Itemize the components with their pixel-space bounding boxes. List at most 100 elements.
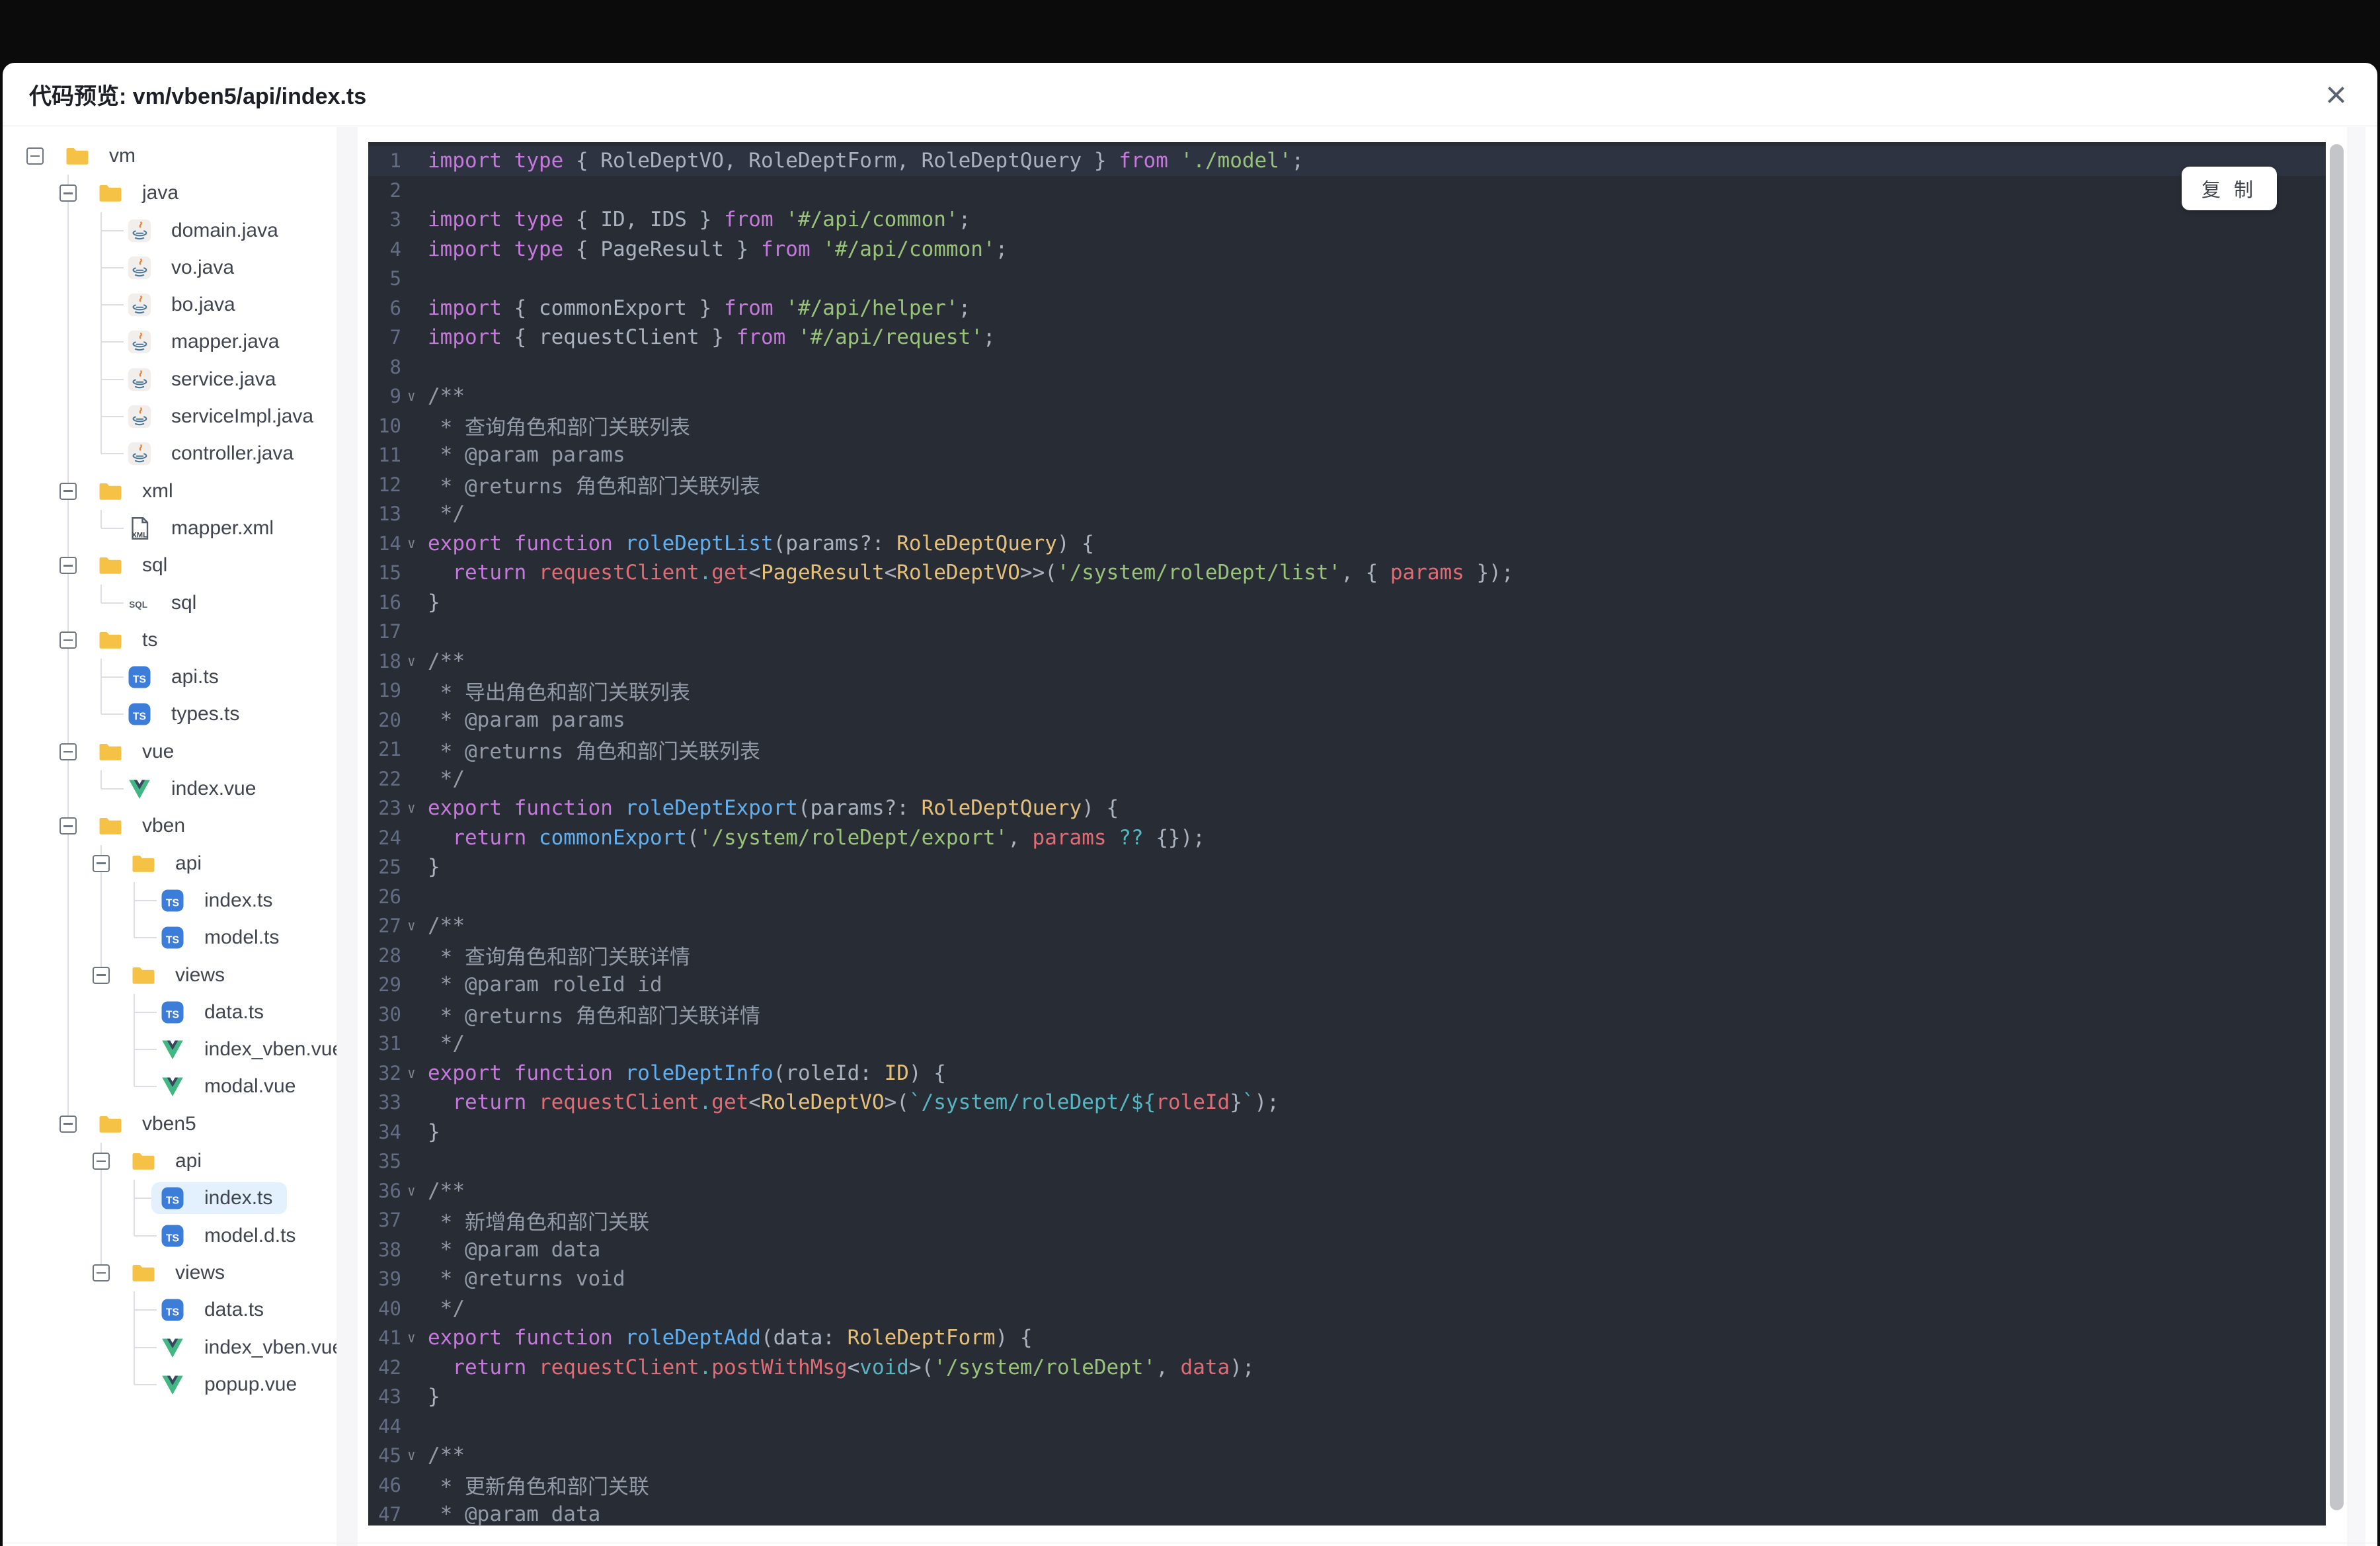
tree-item-model.d.ts[interactable]: TS model.d.ts	[3, 1217, 337, 1254]
tree-node[interactable]: java	[89, 177, 193, 209]
fold-chevron-icon[interactable]: ∨	[401, 388, 428, 404]
code-line[interactable]: 24 return commonExport('/system/roleDept…	[368, 823, 2326, 853]
code-line[interactable]: 14 ∨ export function roleDeptList(params?:…	[368, 529, 2326, 559]
code-line[interactable]: 44	[368, 1412, 2326, 1442]
code-line[interactable]: 21 * @returns 角色和部门关联列表	[368, 735, 2326, 764]
tree-node[interactable]: views	[122, 1257, 239, 1289]
code-scrollbar-thumb[interactable]	[2330, 144, 2344, 1510]
tree-node[interactable]: vm	[56, 140, 150, 172]
code-line[interactable]: 38 * @param data	[368, 1235, 2326, 1265]
tree-item-vben5[interactable]: vben5	[3, 1105, 337, 1143]
tree-item-api.ts[interactable]: TS api.ts	[3, 659, 337, 696]
tree-node[interactable]: controller.java	[118, 438, 308, 469]
tree-item-ts[interactable]: ts	[3, 621, 337, 659]
code-line[interactable]: 1 import type { RoleDeptVO, RoleDeptForm,…	[368, 146, 2326, 176]
tree-node[interactable]: domain.java	[118, 215, 293, 247]
fold-chevron-icon[interactable]: ∨	[401, 1330, 428, 1346]
fold-chevron-icon[interactable]: ∨	[401, 536, 428, 551]
code-line[interactable]: 13 */	[368, 499, 2326, 529]
tree-item-vo.java[interactable]: vo.java	[3, 249, 337, 287]
tree-item-index_vben.vue[interactable]: index_vben.vue	[3, 1031, 337, 1069]
tree-node[interactable]: serviceImpl.java	[118, 401, 328, 432]
code-line[interactable]: 42 return requestClient.postWithMsg<void…	[368, 1353, 2326, 1383]
code-line[interactable]: 22 */	[368, 764, 2326, 794]
collapse-expander-icon[interactable]	[60, 817, 77, 835]
code-line[interactable]: 30 * @returns 角色和部门关联详情	[368, 1000, 2326, 1030]
tree-item-popup.vue[interactable]: popup.vue	[3, 1365, 337, 1403]
code-line[interactable]: 45 ∨/**	[368, 1441, 2326, 1471]
code-line[interactable]: 27 ∨/**	[368, 911, 2326, 941]
tree-item-api[interactable]: api	[3, 1143, 337, 1180]
tree-item-index.ts[interactable]: TS index.ts	[3, 1180, 337, 1217]
code-line[interactable]: 33 return requestClient.get<RoleDeptVO>(…	[368, 1088, 2326, 1118]
code-line[interactable]: 2	[368, 176, 2326, 206]
code-line[interactable]: 43}	[368, 1382, 2326, 1412]
collapse-expander-icon[interactable]	[60, 631, 77, 649]
code-line[interactable]: 31 */	[368, 1029, 2326, 1059]
tree-node[interactable]: index.vue	[118, 773, 270, 805]
code-line[interactable]: 47 * @param data	[368, 1500, 2326, 1526]
collapse-expander-icon[interactable]	[60, 743, 77, 760]
fold-chevron-icon[interactable]: ∨	[401, 1065, 428, 1081]
tree-node[interactable]: api	[122, 1145, 216, 1177]
tree-node[interactable]: sql	[89, 549, 182, 581]
tree-scrollbar-track[interactable]	[337, 127, 358, 1546]
tree-node[interactable]: vue	[89, 736, 188, 768]
collapse-expander-icon[interactable]	[26, 147, 44, 165]
collapse-expander-icon[interactable]	[60, 1115, 77, 1133]
code-line[interactable]: 25}	[368, 852, 2326, 882]
fold-chevron-icon[interactable]: ∨	[401, 1447, 428, 1463]
tree-item-xml[interactable]: xml	[3, 472, 337, 510]
code-line[interactable]: 36 ∨/**	[368, 1176, 2326, 1206]
tree-item-serviceImpl.java[interactable]: serviceImpl.java	[3, 398, 337, 436]
code-line[interactable]: 7 import { requestClient } from '#/api/re…	[368, 323, 2326, 352]
code-line[interactable]: 40 */	[368, 1294, 2326, 1324]
tree-item-sql[interactable]: sql	[3, 547, 337, 585]
tree-node[interactable]: TS data.ts	[151, 997, 278, 1028]
collapse-expander-icon[interactable]	[93, 1264, 110, 1282]
code-line[interactable]: 26	[368, 882, 2326, 912]
tree-item-index_vben.vue[interactable]: index_vben.vue	[3, 1328, 337, 1366]
tree-node[interactable]: modal.vue	[151, 1071, 310, 1102]
tree-item-domain.java[interactable]: domain.java	[3, 212, 337, 249]
tree-node[interactable]: TS data.ts	[151, 1294, 278, 1326]
tree-node[interactable]: index_vben.vue	[151, 1034, 337, 1065]
code-line[interactable]: 10 * 查询角色和部门关联列表	[368, 411, 2326, 441]
code-line[interactable]: 37 * 新增角色和部门关联	[368, 1205, 2326, 1235]
fold-chevron-icon[interactable]: ∨	[401, 800, 428, 816]
tree-node[interactable]: mapper.java	[118, 326, 294, 358]
code-line[interactable]: 6 import { commonExport } from '#/api/hel…	[368, 294, 2326, 323]
tree-item-controller.java[interactable]: controller.java	[3, 435, 337, 473]
code-line[interactable]: 34}	[368, 1118, 2326, 1147]
tree-item-model.ts[interactable]: TS model.ts	[3, 919, 337, 957]
tree-node[interactable]: popup.vue	[151, 1369, 311, 1401]
code-line[interactable]: 18 ∨/**	[368, 647, 2326, 676]
tree-node[interactable]: vo.java	[118, 252, 249, 284]
tree-node[interactable]: bo.java	[118, 289, 250, 321]
collapse-expander-icon[interactable]	[93, 1153, 110, 1170]
code-line[interactable]: 3 import type { ID, IDS } from '#/api/com…	[368, 205, 2326, 235]
code-line[interactable]: 46 * 更新角色和部门关联	[368, 1471, 2326, 1500]
tree-node[interactable]: SQL sql	[118, 587, 211, 619]
code-line[interactable]: 17	[368, 617, 2326, 647]
code-line[interactable]: 15 return requestClient.get<PageResult<R…	[368, 558, 2326, 588]
tree-node[interactable]: TS index.ts	[151, 885, 287, 916]
collapse-expander-icon[interactable]	[93, 854, 110, 872]
tree-item-modal.vue[interactable]: modal.vue	[3, 1068, 337, 1106]
tree-item-views[interactable]: views	[3, 956, 337, 994]
code-line[interactable]: 41 ∨ export function roleDeptAdd(data: Rol…	[368, 1323, 2326, 1353]
code-line[interactable]: 12 * @returns 角色和部门关联列表	[368, 470, 2326, 500]
tree-item-index.vue[interactable]: index.vue	[3, 770, 337, 808]
tree-item-vue[interactable]: vue	[3, 733, 337, 771]
tree-node[interactable]: xml	[89, 475, 188, 507]
close-icon[interactable]: ×	[2325, 75, 2347, 113]
code-line[interactable]: 8	[368, 352, 2326, 382]
tree-node-selected[interactable]: TS index.ts	[151, 1182, 288, 1215]
tree-node[interactable]: vben5	[89, 1108, 211, 1140]
tree-node[interactable]: XML mapper.xml	[118, 512, 288, 544]
collapse-expander-icon[interactable]	[93, 966, 110, 984]
code-line[interactable]: 32 ∨ export function roleDeptInfo(roleId: …	[368, 1059, 2326, 1088]
code-line[interactable]: 28 * 查询角色和部门关联详情	[368, 941, 2326, 971]
tree-item-views[interactable]: views	[3, 1254, 337, 1291]
tree-node[interactable]: ts	[89, 624, 172, 656]
